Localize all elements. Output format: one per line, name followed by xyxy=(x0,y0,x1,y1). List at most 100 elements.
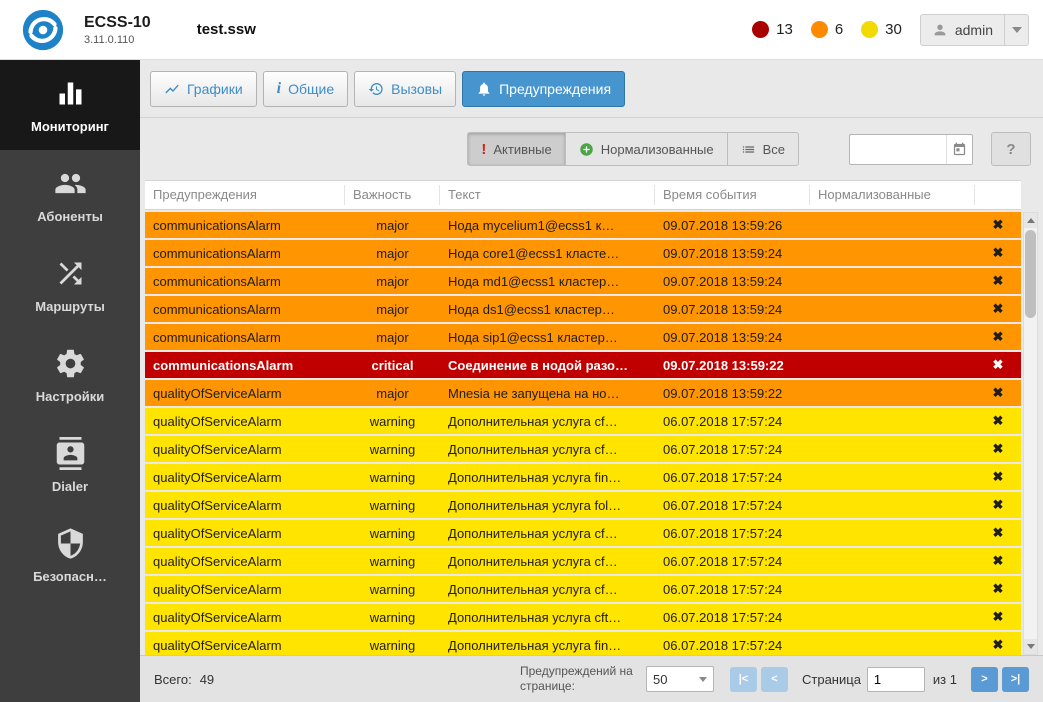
column-header-normalized[interactable]: Нормализованные xyxy=(810,185,975,205)
sidebar-item-monitoring[interactable]: Мониторинг xyxy=(0,60,140,150)
close-alarm-button[interactable]: ✖ xyxy=(975,273,1021,289)
sidebar-item-settings[interactable]: Настройки xyxy=(0,330,140,420)
column-header-time[interactable]: Время события xyxy=(655,185,810,205)
event-time-cell: 09.07.2018 13:59:24 xyxy=(655,302,810,317)
close-alarm-button[interactable]: ✖ xyxy=(975,301,1021,317)
event-time-cell: 06.07.2018 17:57:24 xyxy=(655,498,810,513)
user-menu[interactable]: admin xyxy=(920,14,1029,46)
user-icon xyxy=(932,22,948,38)
alarm-filter-group: ! Активные Нормализованные Все xyxy=(467,132,799,166)
column-header-alarm[interactable]: Предупреждения xyxy=(145,185,345,205)
page-number-input[interactable] xyxy=(867,667,925,692)
table-row[interactable]: qualityOfServiceAlarm warning Дополнител… xyxy=(145,464,1021,490)
severity-cell: major xyxy=(345,386,440,401)
severity-cell: warning xyxy=(345,638,440,653)
per-page-select[interactable]: 50 xyxy=(646,666,714,692)
total-value: 49 xyxy=(200,672,214,687)
table-row[interactable]: communicationsAlarm major Нода md1@ecss1… xyxy=(145,268,1021,294)
help-button[interactable]: ? xyxy=(991,132,1031,166)
date-filter xyxy=(849,134,973,165)
close-icon: ✖ xyxy=(993,273,1004,288)
table-row[interactable]: qualityOfServiceAlarm major Mnesia не за… xyxy=(145,380,1021,406)
close-alarm-button[interactable]: ✖ xyxy=(975,609,1021,625)
severity-cell: critical xyxy=(345,358,440,373)
users-icon xyxy=(54,167,87,200)
alarm-text-cell: Нода core1@ecss1 класте… xyxy=(440,246,655,261)
filter-active-button[interactable]: ! Активные xyxy=(467,132,565,166)
first-page-button[interactable]: |< xyxy=(730,667,757,692)
table-row[interactable]: communicationsAlarm major Нода ds1@ecss1… xyxy=(145,296,1021,322)
filter-normalized-button[interactable]: Нормализованные xyxy=(565,132,728,166)
close-alarm-button[interactable]: ✖ xyxy=(975,553,1021,569)
filter-all-button[interactable]: Все xyxy=(727,132,799,166)
table-row[interactable]: qualityOfServiceAlarm warning Дополнител… xyxy=(145,604,1021,630)
scrollbar-track[interactable] xyxy=(1024,228,1037,639)
alarm-text-cell: Нода ds1@ecss1 кластер… xyxy=(440,302,655,317)
tab-general[interactable]: i Общие xyxy=(263,71,349,107)
close-alarm-button[interactable]: ✖ xyxy=(975,217,1021,233)
scrollbar-thumb[interactable] xyxy=(1025,230,1036,318)
close-alarm-button[interactable]: ✖ xyxy=(975,413,1021,429)
scroll-up-button[interactable] xyxy=(1024,213,1037,228)
table-header-row: Предупреждения Важность Текст Время собы… xyxy=(145,180,1021,210)
table-row[interactable]: communicationsAlarm major Нода core1@ecs… xyxy=(145,240,1021,266)
table-row[interactable]: qualityOfServiceAlarm warning Дополнител… xyxy=(145,632,1021,655)
alarm-type-cell: qualityOfServiceAlarm xyxy=(145,610,345,625)
column-header-text[interactable]: Текст xyxy=(440,185,655,205)
table-row[interactable]: qualityOfServiceAlarm warning Дополнител… xyxy=(145,492,1021,518)
table-row[interactable]: communicationsAlarm critical Соединение … xyxy=(145,352,1021,378)
close-alarm-button[interactable]: ✖ xyxy=(975,357,1021,373)
table-row[interactable]: communicationsAlarm major Нода mycelium1… xyxy=(145,212,1021,238)
close-alarm-button[interactable]: ✖ xyxy=(975,329,1021,345)
close-alarm-button[interactable]: ✖ xyxy=(975,497,1021,513)
table-row[interactable]: communicationsAlarm major Нода sip1@ecss… xyxy=(145,324,1021,350)
close-alarm-button[interactable]: ✖ xyxy=(975,441,1021,457)
tab-calls[interactable]: Вызовы xyxy=(354,71,456,107)
sidebar-item-routes[interactable]: Маршруты xyxy=(0,240,140,330)
calendar-button[interactable] xyxy=(946,135,972,164)
gear-icon xyxy=(54,347,87,380)
tab-alarms[interactable]: Предупреждения xyxy=(462,71,625,107)
user-menu-toggle[interactable] xyxy=(1004,15,1028,45)
close-alarm-button[interactable]: ✖ xyxy=(975,245,1021,261)
close-alarm-button[interactable]: ✖ xyxy=(975,469,1021,485)
last-page-button[interactable]: >| xyxy=(1002,667,1029,692)
filter-label: Нормализованные xyxy=(601,142,714,157)
scroll-down-button[interactable] xyxy=(1024,639,1037,654)
opened-file-name[interactable]: test.ssw xyxy=(197,21,256,38)
close-icon: ✖ xyxy=(993,329,1004,344)
sidebar-item-label: Маршруты xyxy=(35,299,105,314)
table-row[interactable]: qualityOfServiceAlarm warning Дополнител… xyxy=(145,408,1021,434)
close-icon: ✖ xyxy=(993,441,1004,456)
alarm-type-cell: communicationsAlarm xyxy=(145,218,345,233)
column-header-severity[interactable]: Важность xyxy=(345,185,440,205)
table-row[interactable]: qualityOfServiceAlarm warning Дополнител… xyxy=(145,548,1021,574)
plus-circle-icon xyxy=(579,142,594,157)
tab-charts[interactable]: Графики xyxy=(150,71,257,107)
table-scrollbar[interactable] xyxy=(1023,212,1038,655)
close-icon: ✖ xyxy=(993,217,1004,232)
next-page-button[interactable]: > xyxy=(971,667,998,692)
sidebar-item-subscribers[interactable]: Абоненты xyxy=(0,150,140,240)
table-row[interactable]: qualityOfServiceAlarm warning Дополнител… xyxy=(145,520,1021,546)
table-row[interactable]: qualityOfServiceAlarm warning Дополнител… xyxy=(145,576,1021,602)
shuffle-icon xyxy=(54,257,87,290)
close-icon: ✖ xyxy=(993,357,1004,372)
user-name: admin xyxy=(955,22,993,38)
sidebar-item-security[interactable]: Безопасн… xyxy=(0,510,140,600)
prev-page-button[interactable]: < xyxy=(761,667,788,692)
next-page-icon: > xyxy=(981,673,987,685)
sidebar-item-label: Dialer xyxy=(52,479,88,494)
table-row[interactable]: qualityOfServiceAlarm warning Дополнител… xyxy=(145,436,1021,462)
close-alarm-button[interactable]: ✖ xyxy=(975,581,1021,597)
close-alarm-button[interactable]: ✖ xyxy=(975,385,1021,401)
date-filter-input[interactable] xyxy=(850,142,946,157)
per-page-label: Предупреждений на странице: xyxy=(520,664,638,694)
event-time-cell: 06.07.2018 17:57:24 xyxy=(655,610,810,625)
close-alarm-button[interactable]: ✖ xyxy=(975,525,1021,541)
severity-cell: warning xyxy=(345,442,440,457)
close-alarm-button[interactable]: ✖ xyxy=(975,637,1021,653)
status-bar: Всего: 49 Предупреждений на странице: 50… xyxy=(140,655,1043,702)
sidebar-item-dialer[interactable]: Dialer xyxy=(0,420,140,510)
alarm-text-cell: Нода md1@ecss1 кластер… xyxy=(440,274,655,289)
